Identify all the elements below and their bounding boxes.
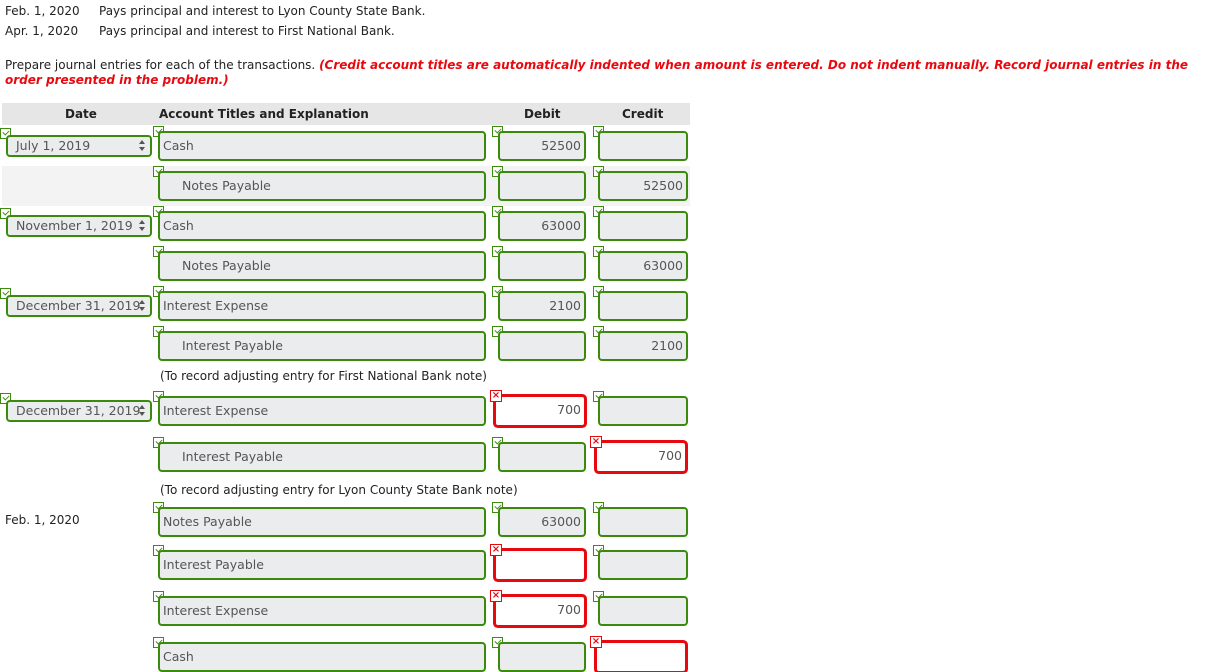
entry-explanation: (To record adjusting entry for First Nat… [160,369,487,383]
account-input[interactable]: Interest Expense [158,596,486,626]
credit-input[interactable] [598,507,688,537]
account-input[interactable]: Interest Payable [158,331,486,361]
table-header: Date Account Titles and Explanation Debi… [2,103,690,125]
date-select[interactable]: December 31, 2019 [6,295,152,317]
select-arrows-icon [139,300,146,312]
date-value: July 1, 2019 [16,138,91,153]
account-input[interactable]: Interest Expense [158,396,486,426]
credit-input[interactable]: 52500 [598,171,688,201]
credit-input[interactable] [598,211,688,241]
debit-input[interactable]: 63000 [498,507,586,537]
debit-input[interactable] [498,642,586,672]
header-credit: Credit [622,107,664,121]
incorrect-x-icon: × [490,590,502,602]
entry-date: Feb. 1, 2020 [5,513,80,527]
account-input[interactable]: Interest Payable [158,550,486,580]
credit-input[interactable] [598,396,688,426]
date-value: December 31, 2019 [16,298,141,313]
incorrect-x-icon: × [590,636,602,648]
credit-input[interactable] [598,550,688,580]
instructions-text: Prepare journal entries for each of the … [5,58,320,72]
select-arrows-icon [139,220,146,232]
account-input[interactable]: Cash [158,642,486,672]
incorrect-x-icon: × [590,436,602,448]
credit-input[interactable] [598,596,688,626]
header-date: Date [65,107,97,121]
credit-input[interactable]: 63000 [598,251,688,281]
debit-input-incorrect[interactable]: 700 [494,595,586,627]
debit-input-incorrect[interactable]: 700 [494,395,586,427]
account-input[interactable]: Cash [158,131,486,161]
debit-input[interactable]: 63000 [498,211,586,241]
transaction-description: Pays principal and interest to First Nat… [99,24,395,38]
debit-input[interactable]: 52500 [498,131,586,161]
debit-input[interactable] [498,251,586,281]
instructions: Prepare journal entries for each of the … [5,58,1205,88]
account-input[interactable]: Interest Expense [158,291,486,321]
debit-input[interactable] [498,171,586,201]
entry-explanation: (To record adjusting entry for Lyon Coun… [160,483,518,497]
select-arrows-icon [139,140,146,152]
account-input[interactable]: Notes Payable [158,251,486,281]
transaction-line: Apr. 1, 2020 Pays principal and interest … [5,24,395,38]
date-select[interactable]: July 1, 2019 [6,135,152,157]
account-input[interactable]: Notes Payable [158,171,486,201]
transaction-description: Pays principal and interest to Lyon Coun… [99,4,426,18]
credit-input[interactable]: 2100 [598,331,688,361]
incorrect-x-icon: × [490,544,502,556]
debit-input-incorrect[interactable] [494,549,586,581]
header-debit: Debit [524,107,561,121]
credit-input[interactable] [598,291,688,321]
select-arrows-icon [139,405,146,417]
account-input[interactable]: Interest Payable [158,442,486,472]
incorrect-x-icon: × [490,390,502,402]
credit-input[interactable] [598,131,688,161]
account-input[interactable]: Notes Payable [158,507,486,537]
credit-input-incorrect[interactable] [595,641,687,672]
debit-input[interactable] [498,442,586,472]
transaction-date: Feb. 1, 2020 [5,4,80,18]
transaction-date: Apr. 1, 2020 [5,24,79,38]
debit-input[interactable] [498,331,586,361]
date-select[interactable]: November 1, 2019 [6,215,152,237]
date-value: November 1, 2019 [16,218,133,233]
credit-input-incorrect[interactable]: 700 [595,441,687,473]
header-account: Account Titles and Explanation [159,107,369,121]
date-value: December 31, 2019 [16,403,141,418]
account-input[interactable]: Cash [158,211,486,241]
date-select[interactable]: December 31, 2019 [6,400,152,422]
debit-input[interactable]: 2100 [498,291,586,321]
transaction-line: Feb. 1, 2020 Pays principal and interest … [5,4,425,18]
